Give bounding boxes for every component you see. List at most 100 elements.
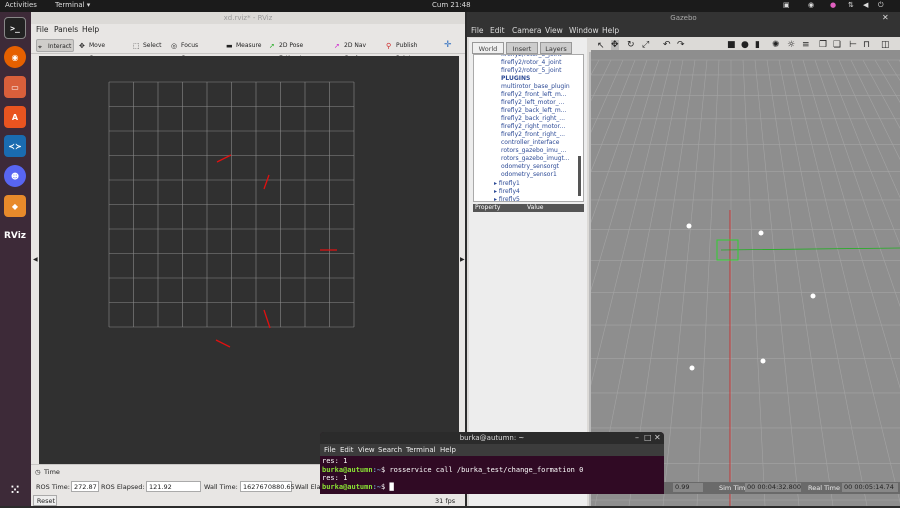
left-splitter[interactable]: ◀ bbox=[31, 56, 39, 464]
tree-root-item[interactable]: ▸ firefly5 bbox=[494, 196, 520, 201]
terminal-window[interactable]: burka@autumn: ~ – □ ✕ File Edit View Sea… bbox=[320, 432, 664, 494]
tree-item[interactable]: firefly2_back_left_m... bbox=[501, 107, 567, 114]
gz-menu-view[interactable]: View bbox=[545, 26, 563, 35]
gz-menu-edit[interactable]: Edit bbox=[490, 26, 505, 35]
change-view-icon[interactable]: ◫ bbox=[881, 40, 890, 50]
drone-model[interactable] bbox=[689, 365, 695, 371]
translate-mode-icon[interactable]: ✥ bbox=[611, 40, 619, 50]
app-menu[interactable]: Terminal ▾ bbox=[55, 1, 90, 9]
package-icon[interactable]: ◆ bbox=[4, 195, 26, 217]
drone-model[interactable] bbox=[758, 230, 764, 236]
rotate-mode-icon[interactable]: ↻ bbox=[627, 40, 635, 50]
tab-layers[interactable]: Layers bbox=[540, 42, 572, 54]
tree-root-item[interactable]: ▸ firefly1 bbox=[494, 180, 520, 187]
close-icon[interactable]: ✕ bbox=[654, 433, 661, 442]
collapse-left-icon[interactable]: ◀ bbox=[33, 256, 38, 263]
maximize-icon[interactable]: □ bbox=[644, 433, 652, 442]
tab-world[interactable]: World bbox=[472, 42, 504, 54]
align-icon[interactable]: ⊢ bbox=[849, 40, 857, 50]
pose-estimate-tool[interactable]: ➚2D Pose Estimate bbox=[268, 39, 328, 62]
clock[interactable]: Cum 21:48 bbox=[432, 1, 471, 9]
term-menu-help[interactable]: Help bbox=[440, 446, 456, 454]
term-menu-edit[interactable]: Edit bbox=[340, 446, 354, 454]
term-menu-file[interactable]: File bbox=[324, 446, 336, 454]
software-icon[interactable]: A bbox=[4, 106, 26, 128]
move-camera-tool[interactable]: ✥Move Camera bbox=[78, 39, 128, 62]
video-icon[interactable]: ▣ bbox=[783, 1, 790, 9]
world-tree[interactable]: firefly2/rotor_3_joint firefly2/rotor_4_j… bbox=[473, 54, 584, 202]
volume-icon[interactable]: ◀ bbox=[863, 1, 868, 9]
spot-light-icon[interactable]: ☼ bbox=[787, 40, 795, 50]
tree-item[interactable]: odometry_sensor1 bbox=[501, 171, 557, 178]
tree-item[interactable]: firefly2_right_motor... bbox=[501, 123, 565, 130]
tray-icon[interactable]: ● bbox=[830, 1, 836, 9]
tree-item[interactable]: firefly2_back_right_... bbox=[501, 115, 565, 122]
rviz-3d-viewport[interactable] bbox=[39, 56, 459, 464]
box-shape-icon[interactable]: ■ bbox=[727, 40, 736, 50]
drone-model[interactable] bbox=[760, 358, 766, 364]
nav-goal-tool[interactable]: ➚2D Nav Goal bbox=[333, 39, 381, 62]
activities-button[interactable]: Activities bbox=[5, 1, 37, 9]
rviz-menu-file[interactable]: File bbox=[36, 25, 49, 34]
term-menu-view[interactable]: View bbox=[358, 446, 375, 454]
tree-item[interactable]: PLUGINS bbox=[501, 75, 530, 82]
tree-item[interactable]: firefly2/rotor_5_joint bbox=[501, 67, 561, 74]
sphere-shape-icon[interactable]: ● bbox=[741, 40, 749, 50]
rviz-icon[interactable]: RViz bbox=[4, 225, 26, 247]
terminal-output[interactable]: res: 1 burka@autumn:~$ rosservice call /b… bbox=[320, 456, 664, 494]
focus-camera-tool[interactable]: ◎Focus Camera bbox=[170, 39, 220, 62]
tree-item[interactable]: firefly2/rotor_4_joint bbox=[501, 59, 561, 66]
wall-time-field[interactable]: 1627670880.65 bbox=[240, 481, 295, 492]
redo-icon[interactable]: ↷ bbox=[677, 40, 685, 50]
tree-item[interactable]: rotors_gazebo_imu_... bbox=[501, 147, 566, 154]
tree-item[interactable]: firefly2_front_right_... bbox=[501, 131, 565, 138]
drone-model[interactable] bbox=[810, 293, 816, 299]
copy-icon[interactable]: ❐ bbox=[819, 40, 827, 50]
scale-mode-icon[interactable]: ⤢ bbox=[642, 40, 649, 50]
terminal-icon[interactable]: >_ bbox=[4, 17, 26, 39]
term-menu-search[interactable]: Search bbox=[378, 446, 402, 454]
discord-icon[interactable]: ☻ bbox=[4, 165, 26, 187]
firefox-icon[interactable]: ◉ bbox=[4, 46, 26, 68]
network-icon[interactable]: ⇅ bbox=[848, 1, 854, 9]
power-icon[interactable]: ⏻ bbox=[878, 1, 884, 10]
gz-menu-file[interactable]: File bbox=[471, 26, 484, 35]
right-splitter[interactable]: ▶ bbox=[459, 56, 465, 464]
tree-item[interactable]: firefly2_left_motor_... bbox=[501, 99, 564, 106]
rviz-grid-canvas[interactable] bbox=[39, 56, 459, 464]
tree-item[interactable]: firefly2_front_left_m... bbox=[501, 91, 567, 98]
ros-time-field[interactable]: 272.87 bbox=[71, 481, 99, 492]
vscode-icon[interactable]: ≺≻ bbox=[4, 135, 26, 157]
rviz-menu-help[interactable]: Help bbox=[82, 25, 99, 34]
files-icon[interactable]: ▭ bbox=[4, 76, 26, 98]
minimize-icon[interactable]: – bbox=[635, 433, 639, 442]
gz-menu-window[interactable]: Window bbox=[569, 26, 599, 35]
measure-tool[interactable]: ▬ Measure bbox=[225, 39, 263, 52]
gazebo-close-icon[interactable]: ✕ bbox=[882, 13, 889, 22]
tab-insert[interactable]: Insert bbox=[506, 42, 538, 54]
messenger-icon[interactable]: ◉ bbox=[808, 1, 814, 9]
tree-item[interactable]: odometry_sensorgt bbox=[501, 163, 559, 170]
ros-elapsed-field[interactable]: 121.92 bbox=[146, 481, 201, 492]
rviz-menu-panels[interactable]: Panels bbox=[54, 25, 78, 34]
app-grid-icon[interactable]: ⁙ bbox=[4, 479, 26, 501]
select-tool[interactable]: ⬚ Select bbox=[132, 39, 164, 52]
paste-icon[interactable]: ❏ bbox=[833, 40, 841, 50]
add-tool-button[interactable]: ✛ bbox=[442, 39, 454, 52]
drone-model[interactable] bbox=[686, 223, 692, 229]
point-light-icon[interactable]: ✺ bbox=[772, 40, 780, 50]
snap-icon[interactable]: ⊓ bbox=[863, 40, 870, 50]
reset-button[interactable]: Reset bbox=[33, 495, 57, 506]
undo-icon[interactable]: ↶ bbox=[663, 40, 671, 50]
collapse-right-icon[interactable]: ▶ bbox=[460, 256, 465, 263]
tree-item[interactable]: rotors_gazebo_imugt... bbox=[501, 155, 570, 162]
term-menu-terminal[interactable]: Terminal bbox=[406, 446, 436, 454]
gz-menu-help[interactable]: Help bbox=[602, 26, 619, 35]
publish-point-tool[interactable]: ⚲Publish Point bbox=[385, 39, 433, 62]
tree-item[interactable]: controller_interface bbox=[501, 139, 559, 146]
directional-light-icon[interactable]: ≡ bbox=[802, 40, 810, 50]
tree-root-item[interactable]: ▸ firefly4 bbox=[494, 188, 520, 195]
gz-menu-camera[interactable]: Camera bbox=[512, 26, 541, 35]
tree-scrollbar[interactable] bbox=[578, 156, 581, 196]
tree-item[interactable]: firefly2/rotor_3_joint bbox=[501, 55, 561, 58]
